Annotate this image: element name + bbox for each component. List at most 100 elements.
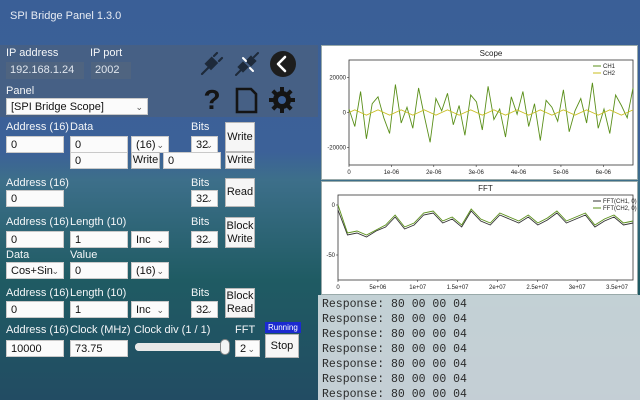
read-address-input[interactable]: 0 [6,190,64,207]
console-line: Response: 80 00 00 04 [322,343,467,356]
app-title: SPI Bridge Panel 1.3.0 [10,10,122,22]
y-tick-label: -50 [326,253,335,259]
x-tick-label: 1e+07 [409,285,427,291]
block-read-bits-select[interactable]: 32 ⌄ [191,301,218,318]
x-tick-label: 1.5e+07 [447,285,470,291]
read-button[interactable]: Read [225,178,255,207]
ip-address-field[interactable]: 192.168.1.24 [6,62,84,79]
block-read-length-input[interactable]: 1 [70,301,128,318]
read-bits-select[interactable]: 32 ⌄ [191,190,218,207]
clock-div-slider-fill [135,343,230,351]
ip-port-field[interactable]: 2002 [91,62,131,79]
chevron-down-icon: ⌄ [205,305,213,315]
plug-connect-icon[interactable] [233,50,261,78]
write-data-input[interactable]: 0 [70,136,128,153]
x-tick-label: 2e-06 [426,170,442,176]
x-tick-label: 6e-06 [596,170,612,176]
write-data-format-value: (16) [136,139,156,151]
write-data-format-select[interactable]: (16) ⌄ [131,136,169,153]
clock-div-slider-handle[interactable] [220,339,230,355]
y-tick-label: 0 [343,111,347,117]
fft-value: 2 [240,343,247,355]
fft-label: FFT [235,324,256,336]
plug-disconnected-icon[interactable] [198,50,226,78]
write-data-input-2[interactable]: 0 [70,152,128,169]
settings-icon[interactable] [268,86,296,114]
y-tick-label: 0 [332,203,336,209]
ip-address-label: IP address [6,47,59,59]
x-tick-label: 3.5e+07 [606,285,629,291]
write-bits-select[interactable]: 32 ⌄ [191,136,218,153]
block-read-button[interactable]: Block Read [225,288,255,318]
block-read-button-label-part: Read [226,303,254,315]
block-write-value-label: Value [70,249,98,261]
panel-label: Panel [6,85,35,97]
x-tick-label: 4e-06 [511,170,527,176]
chevron-down-icon: ⌄ [156,266,164,276]
y-tick-label: 20000 [329,76,346,82]
console-line: Response: 80 00 00 04 [322,298,467,311]
block-write-data-label: Data [6,249,30,261]
scope-address-input[interactable]: 10000 [6,340,64,357]
chevron-down-icon: ⌄ [205,235,213,245]
chevron-down-icon: ⌄ [205,140,213,150]
panel-select[interactable]: [SPI Bridge Scope] ⌄ [6,98,148,115]
back-icon[interactable] [269,50,297,78]
scope-address-label: Address (16) [6,324,69,336]
chevron-down-icon: ⌄ [156,305,164,315]
block-read-address-label: Address (16) [6,287,69,299]
block-write-value-format-select[interactable]: (16) ⌄ [131,262,169,279]
y-tick-label: -20000 [327,146,346,152]
clock-input[interactable]: 73.75 [70,340,128,357]
help-icon[interactable]: ? [200,86,224,114]
block-write-bits-label: Bits [191,216,210,228]
console-line: Response: 80 00 00 04 [322,358,467,371]
block-read-button-label-part: Block [226,290,254,302]
legend-entry: CH2 [603,71,616,77]
x-tick-label: 3e-06 [468,170,484,176]
console-line: Response: 80 00 00 04 [322,373,467,386]
x-tick-label: 5e-06 [553,170,569,176]
block-read-mode-select[interactable]: Inc ⌄ [131,301,169,318]
running-status-badge: Running [265,322,301,333]
scope-chart-svg: Scope 0 1e-06 2e-06 3e-06 4e-06 5e-06 6e-06 2000… [327,49,634,176]
fft-select[interactable]: 2 ⌄ [235,340,260,357]
console-line: Response: 80 00 00 04 [322,313,467,326]
write-button-2[interactable]: Write [131,152,160,169]
block-write-length-input[interactable]: 1 [70,231,128,248]
console-line: Response: 80 00 00 04 [322,388,467,400]
block-write-button[interactable]: Block Write [225,217,255,248]
block-read-length-label: Length (10) [70,287,127,299]
block-write-mode-select[interactable]: Inc ⌄ [131,231,169,248]
chevron-down-icon: ⌄ [156,235,164,245]
stop-button[interactable]: Stop [265,334,299,358]
x-tick-label: 3e+07 [569,285,587,291]
scope-chart: Scope 0 1e-06 2e-06 3e-06 4e-06 5e-06 6e-06 2000… [321,45,638,180]
x-tick-label: 1e-06 [384,170,400,176]
fft-chart: FFT 0 5e+06 1e+07 1.5e+07 2e+07 2.5e+07 3e+07 3.… [321,181,638,295]
block-read-bits-label: Bits [191,287,210,299]
block-write-address-label: Address (16) [6,216,69,228]
write-value-input-2[interactable]: 0 [163,152,221,169]
x-tick-label: 0 [347,170,351,176]
block-write-length-label: Length (10) [70,216,127,228]
block-write-data-source-select[interactable]: Cos+Sin ⌄ [6,262,64,279]
clock-div-label: Clock div (1 / 1) [134,324,211,336]
block-write-bits-select[interactable]: 32 ⌄ [191,231,218,248]
block-write-address-input[interactable]: 0 [6,231,64,248]
write-button[interactable]: Write [225,122,255,152]
plot-area [337,194,634,281]
legend-entry: FFT(CH1, 0) [603,199,637,205]
x-tick-label: 2e+07 [489,285,507,291]
chevron-down-icon: ⌄ [247,344,255,354]
read-bits-label: Bits [191,177,210,189]
x-tick-label: 5e+06 [369,285,387,291]
console-line: Response: 80 00 00 04 [322,328,467,341]
write-address-input[interactable]: 0 [6,136,64,153]
write-button-3[interactable]: Write [225,152,255,169]
block-write-value-input[interactable]: 0 [70,262,128,279]
document-icon[interactable] [233,87,259,114]
block-read-address-input[interactable]: 0 [6,301,64,318]
clock-div-slider[interactable] [135,339,230,355]
block-read-mode-value: Inc [136,304,151,316]
